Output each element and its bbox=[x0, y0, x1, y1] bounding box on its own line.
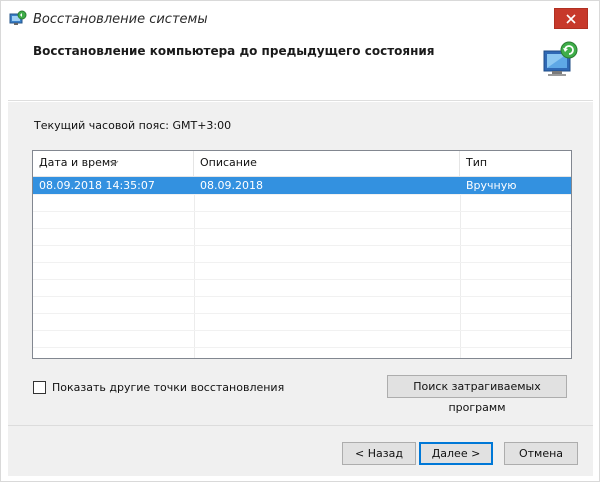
show-more-restore-points[interactable]: Показать другие точки восстановления bbox=[33, 379, 284, 395]
list-header: Дата и время Описание Тип bbox=[33, 151, 571, 177]
cell-datetime: 08.09.2018 14:35:07 bbox=[39, 179, 155, 192]
restore-points-list[interactable]: Дата и время Описание Тип 08.09.2018 14:… bbox=[32, 150, 572, 359]
column-header-datetime[interactable]: Дата и время bbox=[33, 151, 194, 177]
row-divider bbox=[33, 228, 571, 229]
computer-restore-icon bbox=[538, 39, 582, 83]
page-title: Восстановление компьютера до предыдущего… bbox=[33, 44, 435, 58]
column-header-type[interactable]: Тип bbox=[460, 151, 571, 177]
row-divider bbox=[33, 330, 571, 331]
table-row[interactable]: 08.09.2018 14:35:07 08.09.2018 Вручную bbox=[33, 177, 571, 194]
row-divider bbox=[33, 347, 571, 348]
row-divider bbox=[33, 194, 571, 195]
column-divider bbox=[194, 177, 195, 358]
footer-divider bbox=[8, 425, 593, 426]
title-bar: Восстановление системы bbox=[1, 1, 599, 39]
row-divider bbox=[33, 245, 571, 246]
row-divider bbox=[33, 279, 571, 280]
row-divider bbox=[33, 296, 571, 297]
row-divider bbox=[33, 313, 571, 314]
scan-affected-programs-button[interactable]: Поиск затрагиваемых программ bbox=[387, 375, 567, 414]
row-divider bbox=[33, 211, 571, 212]
column-divider bbox=[460, 177, 461, 358]
cell-description: 08.09.2018 bbox=[200, 179, 263, 192]
sort-down-arrow-icon bbox=[109, 151, 119, 166]
window-title: Восстановление системы bbox=[33, 12, 208, 27]
close-button[interactable] bbox=[554, 8, 588, 29]
row-divider bbox=[33, 262, 571, 263]
next-button[interactable]: Далее > bbox=[419, 442, 493, 465]
content-area: Текущий часовой пояс: GMT+3:00 Дата и вр… bbox=[8, 102, 593, 476]
cell-type: Вручную bbox=[466, 179, 517, 192]
cancel-button[interactable]: Отмена bbox=[504, 442, 578, 465]
system-restore-icon bbox=[9, 10, 27, 28]
system-restore-window: Восстановление системы Восстановление ко… bbox=[0, 0, 600, 482]
back-button[interactable]: < Назад bbox=[342, 442, 416, 465]
show-more-label: Показать другие точки восстановления bbox=[52, 380, 285, 394]
header-band: Восстановление компьютера до предыдущего… bbox=[8, 39, 593, 101]
timezone-label: Текущий часовой пояс: GMT+3:00 bbox=[34, 119, 232, 132]
show-more-checkbox[interactable] bbox=[33, 380, 46, 394]
column-header-description[interactable]: Описание bbox=[194, 151, 460, 177]
close-icon bbox=[566, 13, 576, 24]
